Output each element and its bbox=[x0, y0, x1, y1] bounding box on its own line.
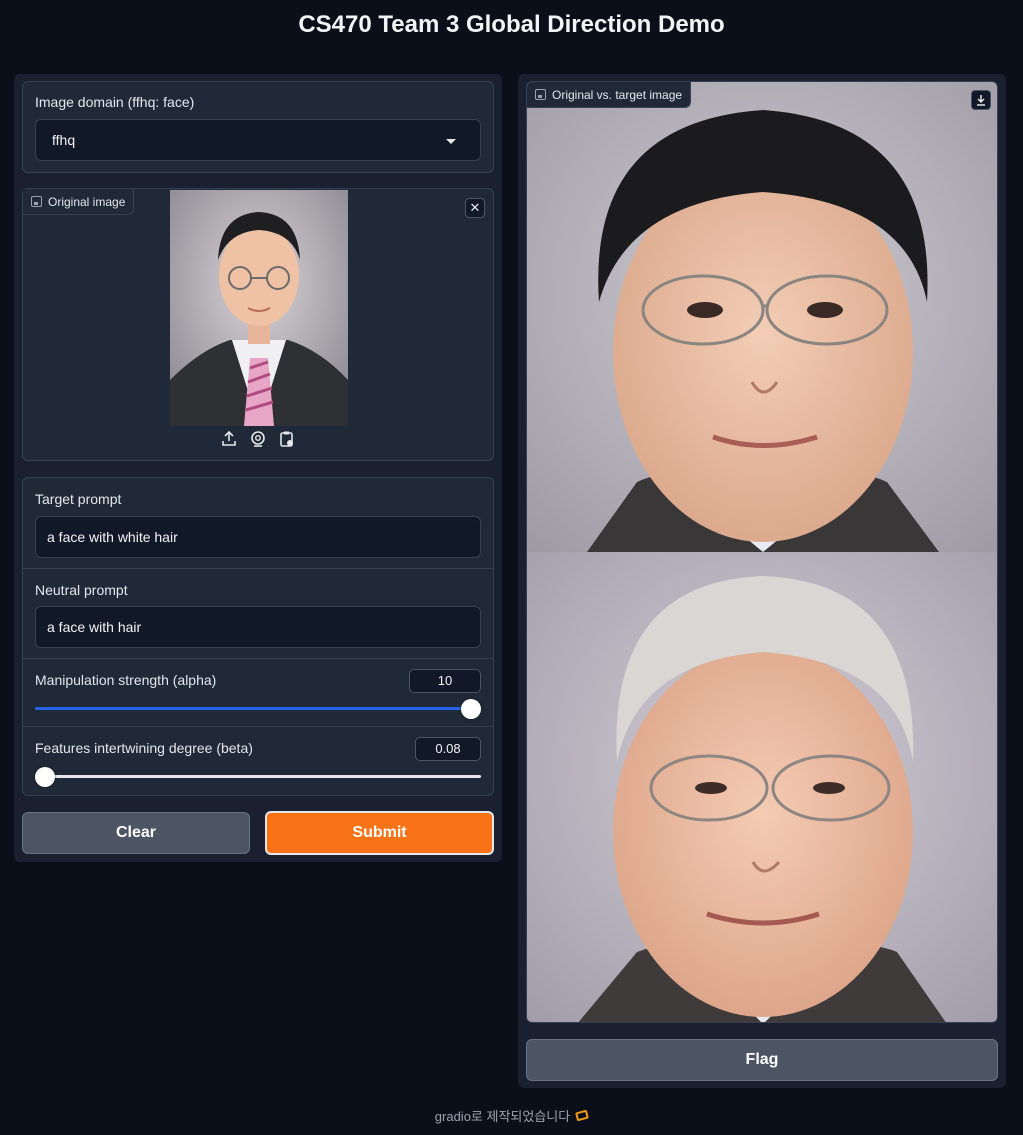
divider bbox=[23, 658, 493, 659]
footer-text[interactable]: gradio로 제작되었습니다 bbox=[435, 1106, 570, 1125]
output-image-panel: Original vs. target image bbox=[526, 81, 998, 1023]
clear-button[interactable]: Clear bbox=[22, 812, 250, 854]
neutral-prompt-input[interactable]: a face with hair bbox=[35, 606, 481, 648]
clipboard-icon[interactable] bbox=[278, 430, 296, 448]
image-icon bbox=[31, 196, 42, 207]
alpha-number-input[interactable]: 10 bbox=[409, 669, 481, 693]
input-column: Image domain (ffhq: face) ffhq Original … bbox=[14, 74, 502, 862]
chevron-down-icon bbox=[446, 139, 456, 144]
alpha-label: Manipulation strength (alpha) bbox=[35, 672, 217, 688]
original-image-panel[interactable]: Original image ✕ bbox=[22, 188, 494, 461]
neutral-prompt-label: Neutral prompt bbox=[35, 582, 128, 598]
output-image-tag: Original vs. target image bbox=[527, 82, 692, 108]
beta-number-input[interactable]: 0.08 bbox=[415, 737, 481, 761]
domain-select[interactable]: ffhq bbox=[35, 119, 481, 161]
submit-button[interactable]: Submit bbox=[265, 811, 494, 855]
original-face-image bbox=[527, 82, 997, 552]
domain-select-panel: Image domain (ffhq: face) ffhq bbox=[22, 81, 494, 173]
parameters-panel: Target prompt a face with white hair Neu… bbox=[22, 477, 494, 796]
original-image-tag: Original image bbox=[23, 189, 135, 215]
target-face-image bbox=[527, 552, 997, 1022]
domain-select-label: Image domain (ffhq: face) bbox=[35, 94, 195, 110]
alpha-slider-thumb[interactable] bbox=[461, 699, 481, 719]
target-prompt-label: Target prompt bbox=[35, 491, 122, 507]
beta-slider-track[interactable] bbox=[35, 775, 481, 778]
gradio-logo-icon bbox=[575, 1109, 590, 1122]
page-title: CS470 Team 3 Global Direction Demo bbox=[298, 11, 725, 38]
image-icon bbox=[535, 89, 546, 100]
target-prompt-input[interactable]: a face with white hair bbox=[35, 516, 481, 558]
divider bbox=[23, 568, 493, 569]
divider bbox=[23, 726, 493, 727]
beta-slider-thumb[interactable] bbox=[35, 767, 55, 787]
flag-button[interactable]: Flag bbox=[526, 1039, 998, 1081]
upload-icon[interactable] bbox=[220, 430, 238, 448]
beta-label: Features intertwining degree (beta) bbox=[35, 740, 253, 756]
domain-select-value: ffhq bbox=[52, 132, 76, 148]
original-image-tag-label: Original image bbox=[48, 194, 126, 209]
output-column: Original vs. target image Flag bbox=[518, 74, 1006, 1088]
download-icon[interactable] bbox=[971, 90, 991, 110]
alpha-slider-track[interactable] bbox=[35, 707, 481, 710]
webcam-icon[interactable] bbox=[249, 430, 267, 448]
original-portrait-image bbox=[170, 190, 348, 426]
output-image-tag-label: Original vs. target image bbox=[552, 87, 683, 102]
close-icon[interactable]: ✕ bbox=[465, 198, 485, 218]
footer: gradio로 제작되었습니다 bbox=[0, 1106, 1023, 1125]
